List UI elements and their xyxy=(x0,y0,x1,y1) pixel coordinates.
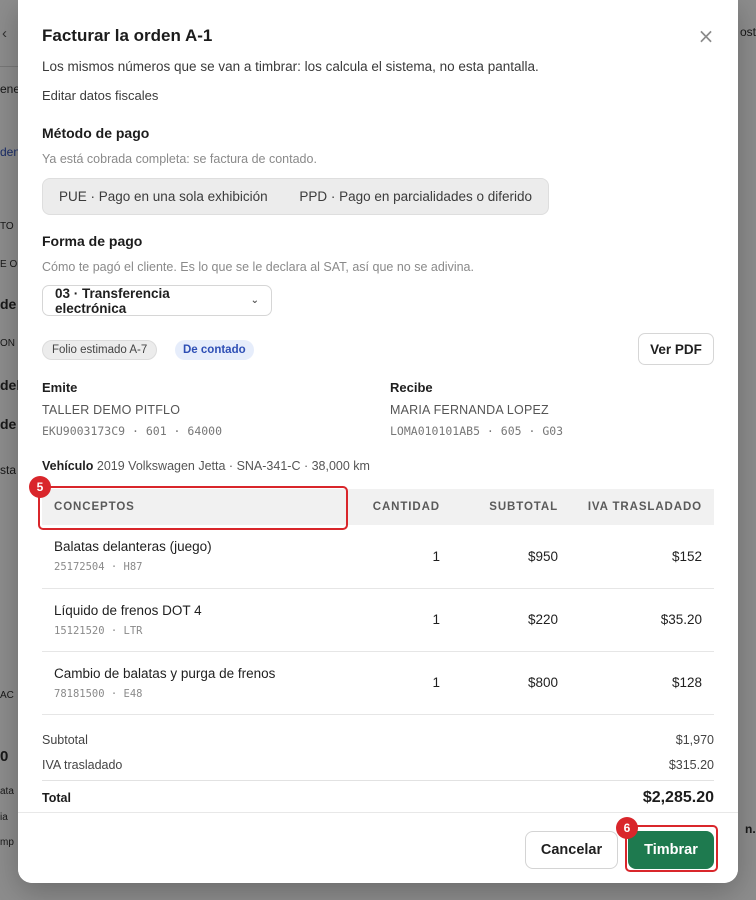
subtotal-value: $1,970 xyxy=(675,732,714,747)
issuer-rfc: EKU9003173C9 · 601 · 64000 xyxy=(42,424,223,438)
totals-block: Subtotal $1,970 IVA trasladado $315.20 T… xyxy=(42,727,714,812)
annotation-box-6 xyxy=(625,825,718,872)
invoice-modal: Facturar la orden A-1 Los mismos números… xyxy=(18,0,738,883)
payment-method-ppd-option[interactable]: PPD · Pago en parcialidades o diferido xyxy=(286,182,545,211)
vehicle-label: Vehículo xyxy=(42,459,94,473)
issuer-block: Emite TALLER DEMO PITFLO EKU9003173C9 · … xyxy=(42,380,222,438)
receiver-name: MARIA FERNANDA LOPEZ xyxy=(390,403,549,417)
chevron-down-icon: ⌄ xyxy=(250,295,259,306)
table-row: Cambio de balatas y purga de frenos 7818… xyxy=(42,651,714,715)
payment-method-toggle: PUE · Pago en una sola exhibición PPD · … xyxy=(42,178,549,215)
receiver-block: Recibe MARIA FERNANDA LOPEZ LOMA010101AB… xyxy=(390,380,563,438)
table-row: Balatas delanteras (juego) 25172504 · H8… xyxy=(42,525,714,589)
subtotal-row: Subtotal $1,970 xyxy=(42,727,714,752)
edit-fiscal-data-link[interactable]: Editar datos fiscales xyxy=(42,88,158,103)
subtotal-label: Subtotal xyxy=(42,732,88,747)
payment-form-select[interactable]: 03 · Transferencia electrónica ⌄ xyxy=(42,285,272,316)
iva-row: IVA trasladado $315.20 xyxy=(42,752,714,777)
total-row: Total $2,285.20 xyxy=(42,780,714,812)
concept-code: 25172504 · H87 xyxy=(54,561,143,574)
receiver-rfc: LOMA010101AB5 · 605 · G03 xyxy=(390,424,564,438)
total-label: Total xyxy=(42,790,71,805)
modal-header: Facturar la orden A-1 Los mismos números… xyxy=(18,0,738,84)
cash-payment-badge: De contado xyxy=(175,340,254,360)
concept-subtotal: $800 xyxy=(452,651,570,715)
concept-description: Cambio de balatas y purga de frenos xyxy=(54,665,276,681)
concept-description: Líquido de frenos DOT 4 xyxy=(54,602,202,618)
concept-iva: $152 xyxy=(570,525,714,589)
payment-form-selected-value: 03 · Transferencia electrónica xyxy=(55,285,170,316)
payment-method-pue-option[interactable]: PUE · Pago en una sola exhibición xyxy=(46,182,284,211)
vehicle-info: Vehículo 2019 Volkswagen Jetta · SNA-341… xyxy=(42,459,370,473)
annotation-box-5 xyxy=(38,486,348,530)
concept-quantity: 1 xyxy=(342,525,452,589)
annotation-badge-6: 6 xyxy=(616,817,638,839)
header-iva: IVA TRASLADADO xyxy=(570,489,714,525)
payment-method-hint: Ya está cobrada completa: se factura de … xyxy=(42,152,317,166)
header-quantity: CANTIDAD xyxy=(342,489,452,525)
concept-subtotal: $950 xyxy=(452,525,570,589)
concept-iva: $128 xyxy=(570,651,714,715)
close-icon[interactable]: × xyxy=(696,26,716,46)
payment-method-title: Método de pago xyxy=(42,125,150,141)
concept-quantity: 1 xyxy=(342,651,452,715)
view-pdf-button[interactable]: Ver PDF xyxy=(638,333,714,365)
concept-quantity: 1 xyxy=(342,588,452,652)
annotation-badge-5: 5 xyxy=(29,476,51,498)
issuer-label: Emite xyxy=(42,380,78,395)
modal-title: Facturar la orden A-1 xyxy=(42,26,213,45)
concept-description: Balatas delanteras (juego) xyxy=(54,539,212,555)
payment-form-hint: Cómo te pagó el cliente. Es lo que se le… xyxy=(42,260,474,274)
concept-code: 78181500 · E48 xyxy=(54,687,143,700)
issuer-name: TALLER DEMO PITFLO xyxy=(42,403,181,417)
modal-body[interactable]: Editar datos fiscales Método de pago Ya … xyxy=(18,84,738,812)
table-row: Líquido de frenos DOT 4 15121520 · LTR 1… xyxy=(42,588,714,652)
iva-value: $315.20 xyxy=(668,757,714,772)
modal-subtitle: Los mismos números que se van a timbrar:… xyxy=(42,59,539,74)
vehicle-text: 2019 Volkswagen Jetta · SNA-341-C · 38,0… xyxy=(96,459,370,473)
payment-form-title: Forma de pago xyxy=(42,233,143,249)
concept-iva: $35.20 xyxy=(570,588,714,652)
iva-label: IVA trasladado xyxy=(42,757,123,772)
concept-code: 15121520 · LTR xyxy=(54,624,143,637)
total-value: $2,285.20 xyxy=(642,788,714,806)
concept-subtotal: $220 xyxy=(452,588,570,652)
receiver-label: Recibe xyxy=(390,380,433,395)
cancel-button[interactable]: Cancelar xyxy=(525,831,618,869)
folio-badge: Folio estimado A-7 xyxy=(42,340,158,360)
header-subtotal: SUBTOTAL xyxy=(452,489,570,525)
